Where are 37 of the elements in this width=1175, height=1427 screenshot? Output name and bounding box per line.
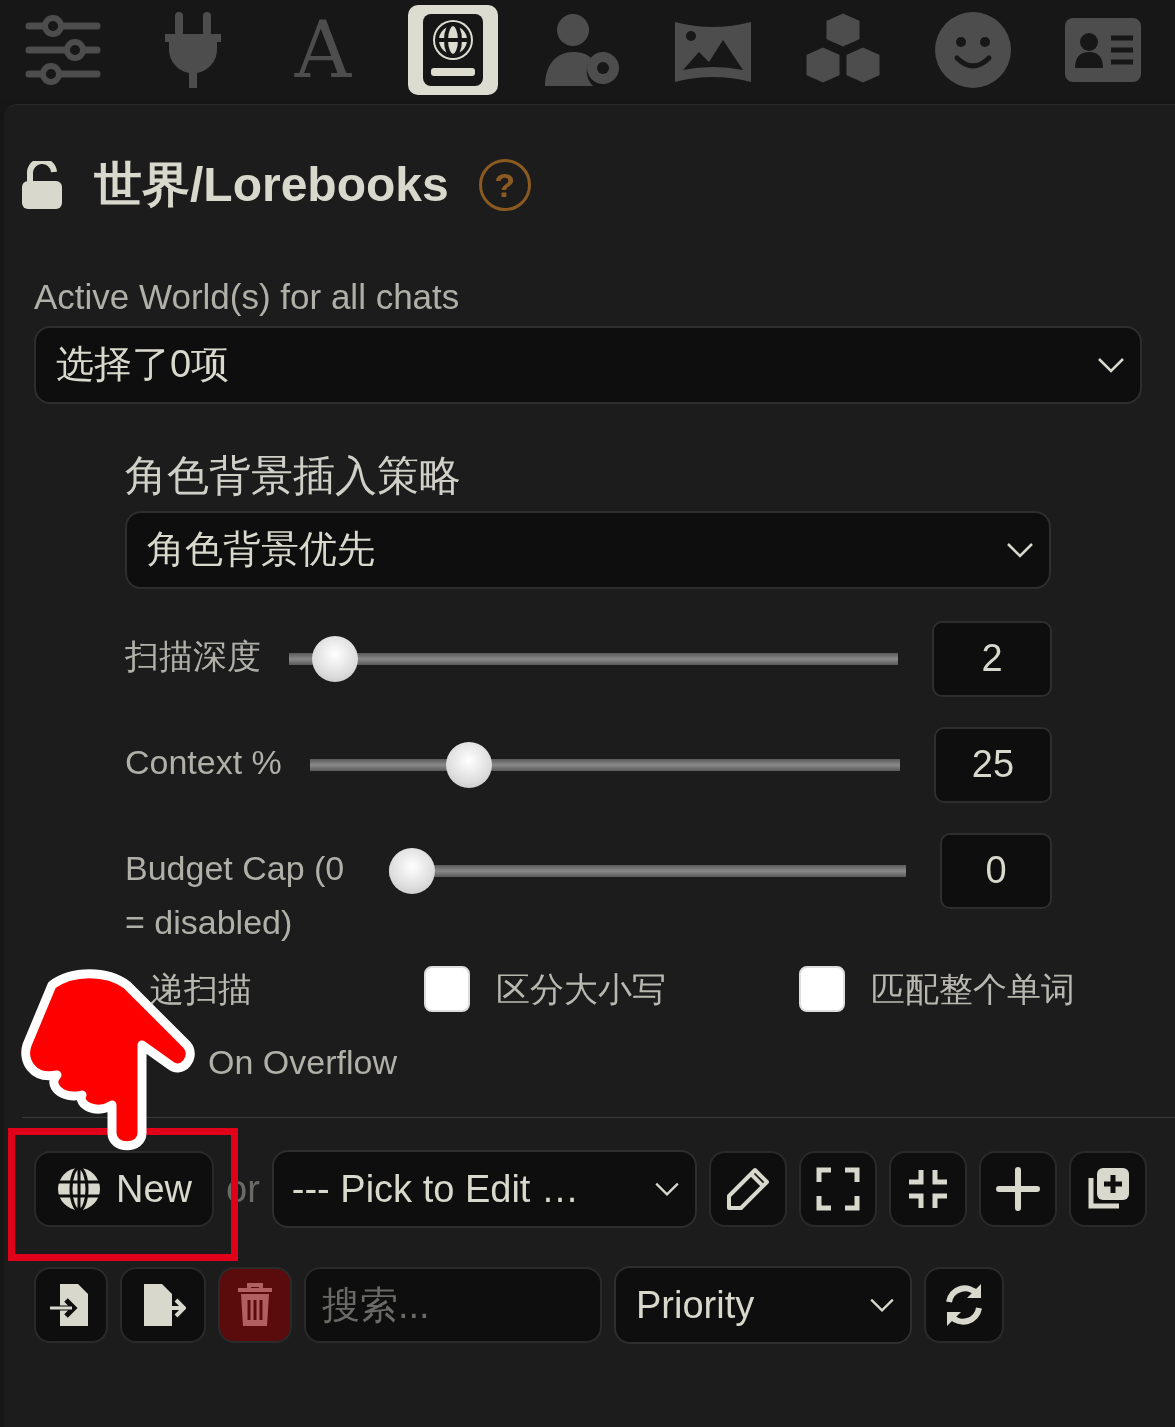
number-field[interactable]: 2: [932, 620, 1052, 697]
slider-label: Context %: [125, 741, 282, 783]
new-button[interactable]: New: [34, 1151, 214, 1228]
plus-icon: [994, 1166, 1041, 1213]
checkbox[interactable]: [424, 966, 470, 1013]
expand-icon: [814, 1166, 861, 1213]
sort-select[interactable]: Priority: [614, 1266, 912, 1345]
checkbox-label: 递扫描: [150, 969, 252, 1008]
checkbox[interactable]: [799, 966, 845, 1013]
unlock-icon[interactable]: [22, 161, 64, 209]
compress-button[interactable]: [888, 1151, 967, 1228]
search-field[interactable]: 搜索...: [304, 1267, 602, 1344]
checkbox-label: 区分大小写: [496, 968, 666, 1010]
nav-tab[interactable]: [408, 5, 498, 95]
import-button[interactable]: [34, 1267, 108, 1344]
number-field[interactable]: 25: [934, 726, 1052, 803]
copy-plus-button[interactable]: [1068, 1151, 1147, 1228]
slider-label: Budget Cap (0 = disabled): [125, 847, 346, 943]
checkbox-label: 匹配整个单词: [871, 968, 1075, 1010]
expand-button[interactable]: [798, 1151, 877, 1228]
export-button[interactable]: [120, 1267, 206, 1344]
pencil-button[interactable]: [708, 1151, 787, 1228]
strategy-select[interactable]: 角色背景优先: [125, 510, 1051, 589]
refresh-button[interactable]: [924, 1267, 1004, 1344]
section-title: 世界/Lorebooks: [94, 157, 449, 213]
number-field[interactable]: 0: [940, 832, 1052, 909]
field-label: Active World(s) for all chats: [34, 276, 461, 318]
world-select[interactable]: 选择了0项: [34, 325, 1142, 404]
slider-label: 扫描深度: [125, 635, 261, 677]
pencil-icon: [724, 1166, 771, 1213]
pick-select[interactable]: --- Pick to Edit …: [271, 1150, 697, 1229]
delete-button[interactable]: [218, 1267, 292, 1344]
plus-button[interactable]: [978, 1151, 1057, 1228]
field-label: 角色背景插入策略: [125, 450, 462, 501]
globe-icon: [56, 1166, 102, 1213]
slider-thumb[interactable]: [389, 847, 435, 894]
overflow-label: On Overflow: [208, 1043, 397, 1082]
